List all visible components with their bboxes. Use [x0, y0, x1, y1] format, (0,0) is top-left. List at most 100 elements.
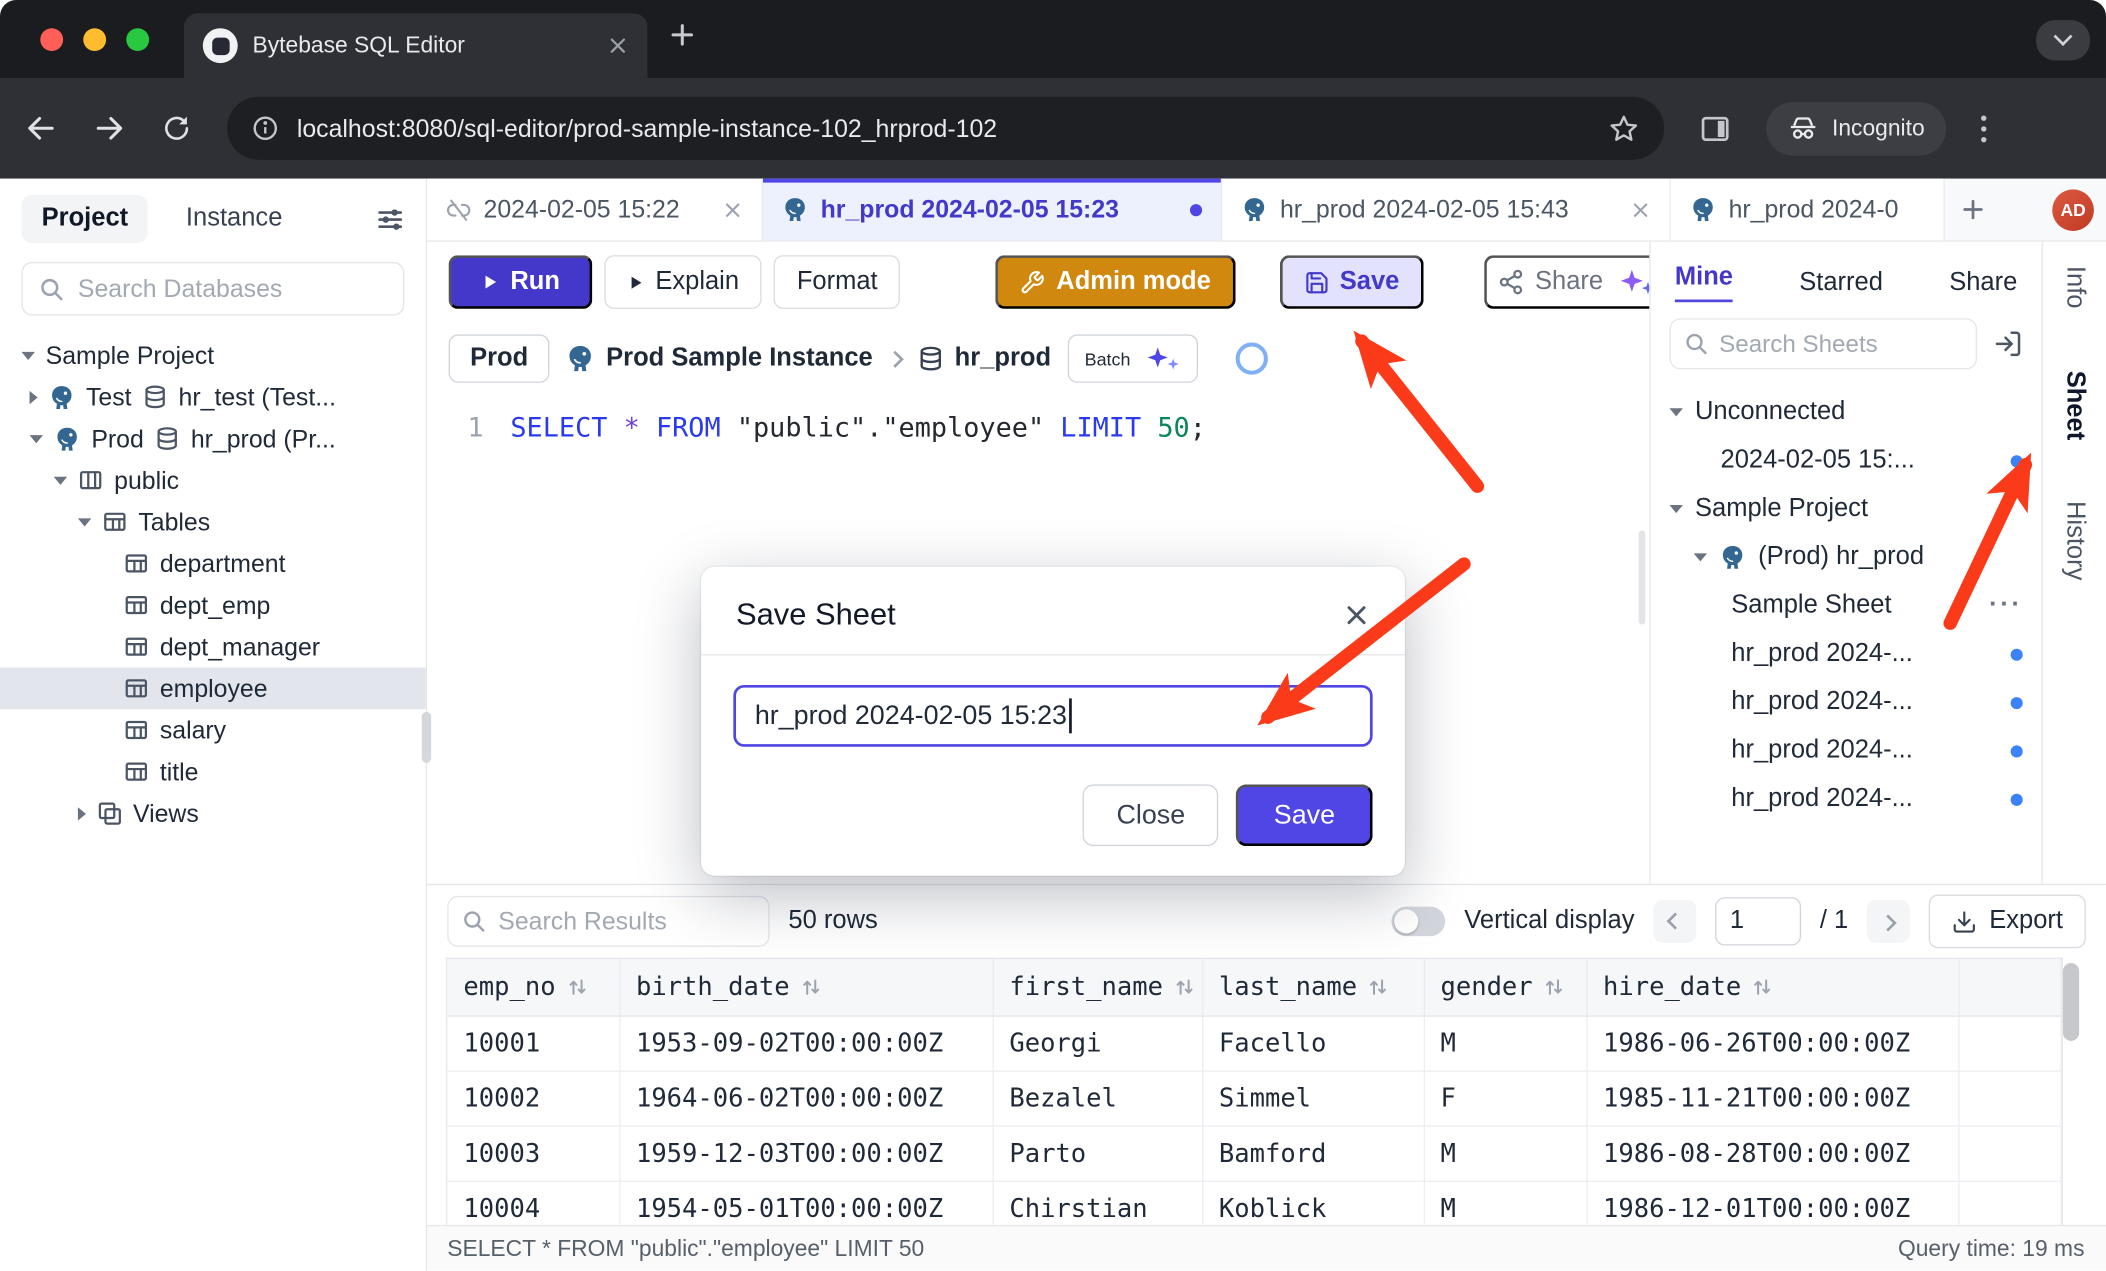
forward-icon[interactable]: [93, 111, 127, 145]
editor-tab-3[interactable]: hr_prod 2024-02-05 15:43: [1222, 179, 1671, 241]
tab-sheet[interactable]: Sheet: [2060, 370, 2090, 440]
tab-info[interactable]: Info: [2060, 266, 2090, 309]
bookmark-star-icon[interactable]: [1608, 112, 1640, 144]
sort-icon[interactable]: [1174, 976, 1195, 997]
close-tab-icon[interactable]: [607, 35, 628, 56]
column-header-birth-date[interactable]: birth_date: [619, 959, 992, 1016]
save-button[interactable]: Save: [1236, 784, 1372, 846]
tree-item-schema-public[interactable]: public: [0, 459, 426, 501]
chevron-down-icon[interactable]: [30, 434, 43, 442]
tab-project[interactable]: Project: [21, 195, 148, 243]
reload-icon[interactable]: [161, 113, 192, 144]
run-button[interactable]: Run: [449, 255, 593, 309]
sheet-search-input[interactable]: [1719, 330, 1962, 358]
browser-menu-icon[interactable]: [1981, 115, 1986, 142]
tree-item-table-salary[interactable]: salary: [0, 709, 426, 751]
open-sheet-icon[interactable]: [1993, 329, 2023, 359]
new-editor-tab-button[interactable]: [1945, 179, 2001, 241]
site-info-icon[interactable]: [251, 114, 279, 142]
tree-item-table-dept-emp[interactable]: dept_emp: [0, 584, 426, 626]
admin-mode-button[interactable]: Admin mode: [996, 255, 1235, 309]
sort-icon[interactable]: [566, 976, 587, 997]
sheet-item[interactable]: Sample Sheet ···: [1651, 582, 2042, 630]
tree-item-test-instance[interactable]: Test hr_test (Test...: [0, 376, 426, 418]
sheet-group-database[interactable]: (Prod) hr_prod: [1651, 533, 2042, 581]
results-scrollbar[interactable]: [2063, 963, 2079, 1225]
chevron-right-icon[interactable]: [78, 807, 86, 820]
sheet-group-project[interactable]: Sample Project: [1651, 485, 2042, 533]
results-search[interactable]: [447, 896, 769, 947]
database-search[interactable]: [21, 262, 404, 316]
chevron-down-icon[interactable]: [1694, 553, 1707, 561]
tab-mine[interactable]: Mine: [1675, 263, 1733, 302]
zoom-window-button[interactable]: [126, 28, 149, 51]
user-avatar[interactable]: AD: [2052, 189, 2094, 231]
save-sheet-button[interactable]: Save: [1279, 255, 1423, 309]
tree-item-table-department[interactable]: department: [0, 543, 426, 585]
tab-starred[interactable]: Starred: [1799, 268, 1883, 298]
tab-history[interactable]: History: [2060, 502, 2090, 581]
filter-sliders-icon[interactable]: [376, 205, 404, 233]
editor-tab-4[interactable]: hr_prod 2024-0: [1671, 179, 1945, 241]
chevron-down-icon[interactable]: [54, 476, 67, 484]
tree-item-prod-instance[interactable]: Prod hr_prod (Pr...: [0, 418, 426, 460]
more-actions-icon[interactable]: ···: [1989, 591, 2023, 621]
instance-crumb[interactable]: Prod Sample Instance: [566, 344, 873, 374]
sheet-group-unconnected[interactable]: Unconnected: [1651, 388, 2042, 436]
chevron-right-icon[interactable]: [30, 390, 38, 403]
batch-button[interactable]: Batch: [1067, 334, 1197, 382]
sort-icon[interactable]: [1752, 976, 1773, 997]
page-number-input[interactable]: [1715, 897, 1801, 945]
explain-button[interactable]: Explain: [604, 255, 762, 309]
tree-item-project[interactable]: Sample Project: [0, 334, 426, 376]
sheet-item[interactable]: hr_prod 2024-...: [1651, 630, 2042, 678]
prev-page-button[interactable]: [1653, 900, 1696, 943]
tab-search-button[interactable]: [2036, 20, 2090, 60]
sql-editor-line[interactable]: 1 SELECT * FROM "public"."employee" LIMI…: [427, 411, 1649, 443]
chevron-down-icon[interactable]: [21, 351, 34, 359]
sort-icon[interactable]: [800, 976, 821, 997]
environment-chip[interactable]: Prod: [449, 334, 550, 382]
export-button[interactable]: Export: [1929, 895, 2086, 949]
tree-item-views-group[interactable]: Views: [0, 792, 426, 834]
editor-tab-2-active[interactable]: hr_prod 2024-02-05 15:23: [763, 179, 1222, 241]
close-icon[interactable]: [723, 199, 743, 219]
column-header-last-name[interactable]: last_name: [1202, 959, 1424, 1016]
column-header-first-name[interactable]: first_name: [993, 959, 1203, 1016]
share-button[interactable]: Share: [1484, 255, 1669, 309]
tree-item-tables-group[interactable]: Tables: [0, 501, 426, 543]
close-dialog-icon[interactable]: [1343, 601, 1370, 628]
back-icon[interactable]: [24, 111, 58, 145]
tab-share[interactable]: Share: [1949, 268, 2017, 298]
vertical-display-toggle[interactable]: [1392, 907, 1446, 937]
format-button[interactable]: Format: [774, 255, 901, 309]
sort-icon[interactable]: [1543, 976, 1564, 997]
close-button[interactable]: Close: [1083, 784, 1219, 846]
chevron-down-icon[interactable]: [1669, 408, 1682, 416]
tree-item-table-dept-manager[interactable]: dept_manager: [0, 626, 426, 668]
panel-resize-handle[interactable]: [1639, 531, 1646, 625]
database-search-input[interactable]: [78, 274, 387, 304]
sheet-item[interactable]: hr_prod 2024-...: [1651, 775, 2042, 823]
sidebar-resize-handle[interactable]: [422, 712, 431, 763]
results-search-input[interactable]: [498, 907, 755, 937]
column-header-gender[interactable]: gender: [1424, 959, 1587, 1016]
sheet-item[interactable]: 2024-02-05 15:...: [1651, 437, 2042, 485]
address-bar[interactable]: localhost:8080/sql-editor/prod-sample-in…: [227, 97, 1664, 160]
column-header-hire-date[interactable]: hire_date: [1586, 959, 1958, 1016]
chevron-down-icon[interactable]: [1669, 505, 1682, 513]
minimize-window-button[interactable]: [83, 28, 106, 51]
column-header-emp-no[interactable]: emp_no: [447, 959, 619, 1016]
database-crumb[interactable]: hr_prod: [917, 344, 1051, 374]
sheet-item[interactable]: hr_prod 2024-...: [1651, 678, 2042, 726]
chevron-down-icon[interactable]: [78, 518, 91, 526]
tab-instance[interactable]: Instance: [186, 204, 282, 234]
new-browser-tab-button[interactable]: [669, 21, 696, 48]
tree-item-table-title[interactable]: title: [0, 751, 426, 793]
close-icon[interactable]: [1631, 199, 1651, 219]
sheet-search[interactable]: [1669, 318, 1977, 369]
side-panel-icon[interactable]: [1699, 112, 1731, 144]
sort-icon[interactable]: [1368, 976, 1389, 997]
editor-tab-1[interactable]: 2024-02-05 15:22: [427, 179, 763, 241]
sheet-name-input[interactable]: hr_prod 2024-02-05 15:23: [733, 685, 1372, 747]
